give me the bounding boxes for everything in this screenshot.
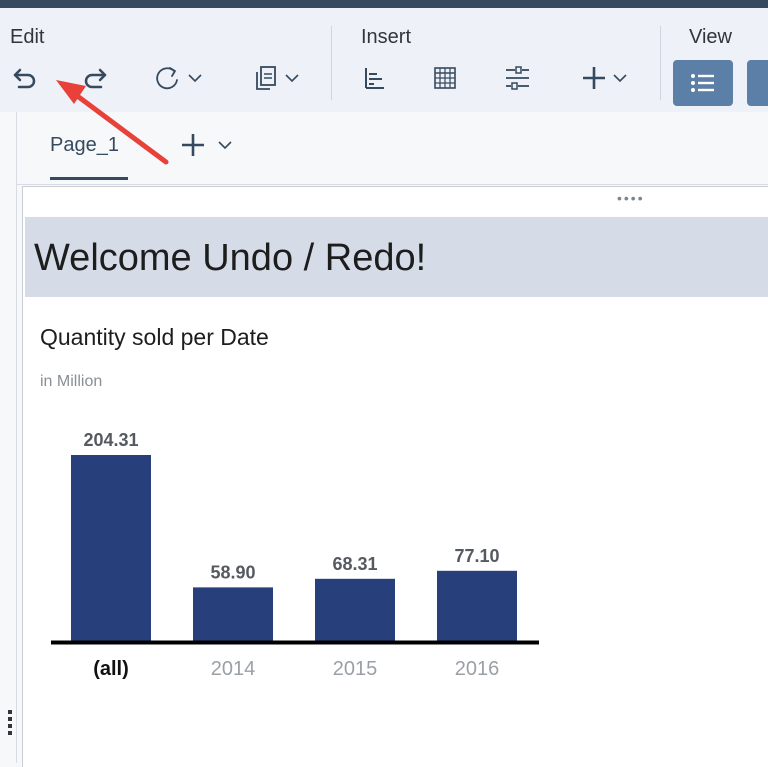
drag-handle[interactable]: ••••: [617, 191, 645, 205]
page-tab-bar: Page_1: [17, 112, 768, 185]
copy-icon: [256, 66, 276, 90]
insert-more-button[interactable]: [574, 60, 634, 96]
chevron-down-icon: [218, 141, 232, 150]
page-title: Welcome Undo / Redo!: [34, 237, 427, 279]
insert-table-button[interactable]: [428, 60, 462, 96]
copy-button[interactable]: [246, 60, 306, 96]
chevron-down-icon: [285, 74, 299, 83]
plus-icon: [583, 67, 605, 89]
redo-icon: [84, 68, 107, 89]
category-label[interactable]: 2016: [455, 658, 500, 680]
toolbar-separator: [660, 26, 661, 100]
data-label: 68.31: [332, 554, 377, 574]
refresh-button[interactable]: [148, 60, 208, 96]
plus-icon: [182, 134, 204, 156]
chart-bar[interactable]: [437, 570, 517, 641]
chevron-down-icon: [613, 74, 627, 83]
chevron-down-icon: [188, 74, 202, 83]
chart-bar[interactable]: [71, 455, 151, 641]
chart-bar[interactable]: [193, 587, 273, 641]
insert-chart-button[interactable]: [358, 60, 392, 96]
bar-chart-icon: [365, 68, 384, 89]
category-label[interactable]: 2015: [333, 658, 378, 680]
toolbar: Edit Insert View: [0, 8, 768, 112]
category-label[interactable]: (all): [93, 658, 129, 680]
left-panel-strip: [0, 112, 17, 763]
data-label: 204.31: [83, 430, 138, 450]
story-canvas: •••• Welcome Undo / Redo! Quantity sold …: [22, 186, 768, 767]
chart-bar[interactable]: [315, 578, 395, 641]
tab-page-1[interactable]: Page_1: [50, 134, 119, 157]
toolbar-separator: [331, 26, 332, 100]
header-widget[interactable]: Welcome Undo / Redo!: [25, 217, 768, 297]
undo-button[interactable]: [8, 60, 42, 96]
insert-group-label: Insert: [361, 26, 412, 48]
input-control-icon: [506, 66, 529, 90]
view-group-label: View: [689, 26, 732, 48]
bar-chart[interactable]: 204.31 (all) 58.90 2014 68.31 2015 77.10 2016: [23, 417, 583, 697]
more-options-icon[interactable]: [8, 710, 12, 738]
refresh-icon: [156, 67, 178, 90]
table-icon: [434, 67, 456, 89]
active-tab-indicator: [50, 177, 128, 180]
redo-button[interactable]: [78, 60, 112, 96]
chart-title: Quantity sold per Date: [40, 324, 269, 350]
data-label: 77.10: [454, 546, 499, 566]
data-label: 58.90: [210, 562, 255, 582]
edit-group-label: Edit: [10, 26, 45, 48]
add-page-button[interactable]: [180, 132, 232, 158]
undo-icon: [13, 68, 36, 89]
view-list-button[interactable]: [673, 60, 733, 106]
insert-input-control-button[interactable]: [500, 60, 534, 96]
chart-subtitle: in Million: [40, 373, 103, 390]
category-label[interactable]: 2014: [211, 658, 256, 680]
shell-top-bar: [0, 0, 768, 8]
view-option-button[interactable]: [747, 60, 768, 106]
list-icon: [691, 74, 714, 92]
